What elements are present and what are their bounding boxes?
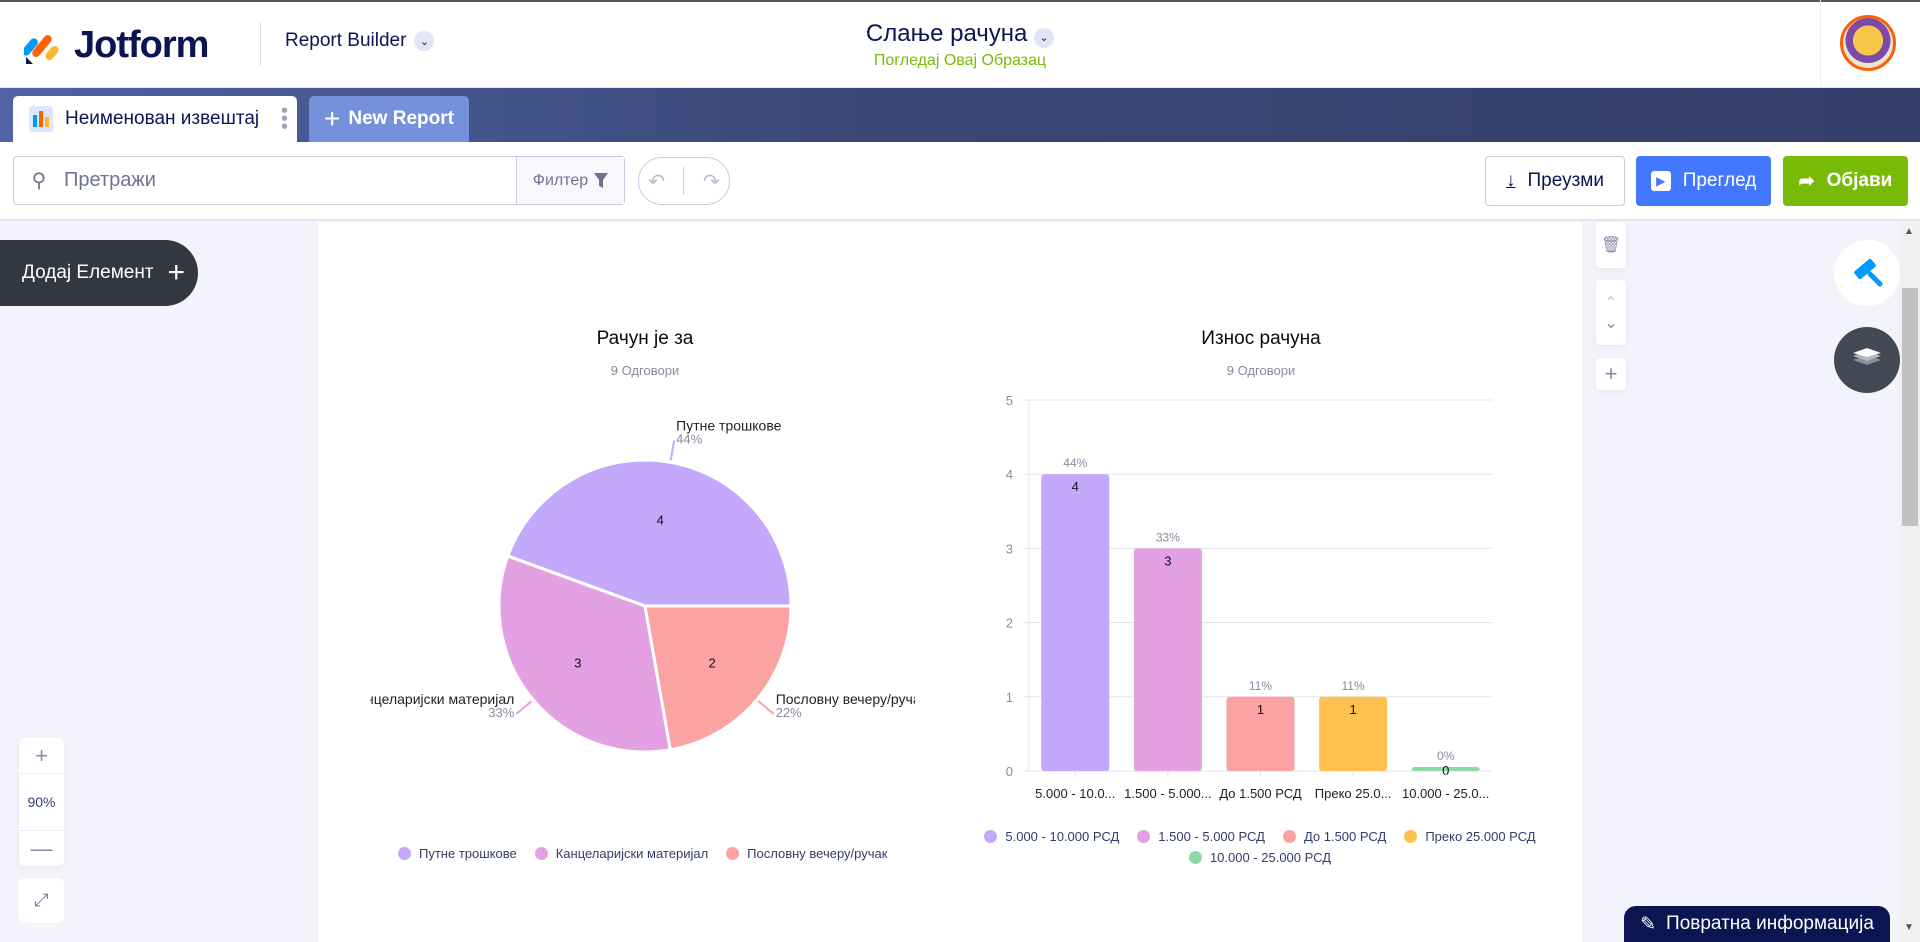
share-arrow-icon: ➦ <box>1798 170 1815 192</box>
scroll-down-arrow[interactable]: ▼ <box>1904 922 1914 933</box>
feedback-label: Повратна информација <box>1666 913 1874 934</box>
preview-label: Преглед <box>1682 170 1757 191</box>
publish-label: Објави <box>1826 170 1893 191</box>
zoom-in-button[interactable]: + <box>19 738 64 773</box>
download-button[interactable]: ↓ Преузми <box>1485 156 1625 206</box>
legend-item[interactable]: 10.000 - 25.000 РСД <box>1188 850 1332 865</box>
legend-item[interactable]: Путне трошкове <box>398 846 517 861</box>
scrollbar-thumb[interactable] <box>1902 288 1918 526</box>
add-element-label: Додај Елемент <box>22 262 154 283</box>
legend-item[interactable]: 1.500 - 5.000 РСД <box>1137 829 1265 844</box>
view-form-link[interactable]: Погледај Овај Образац <box>0 52 1920 70</box>
legend-label: Путне трошкове <box>419 846 517 861</box>
zoom-controls: + 90% — <box>19 738 64 866</box>
tab-report[interactable]: Неименован извештај • • • <box>13 96 297 142</box>
report-chart-icon <box>29 106 53 132</box>
legend-label: Преко 25.000 РСД <box>1425 829 1536 844</box>
preview-button[interactable]: ▶ Преглед <box>1636 156 1771 206</box>
add-page-button[interactable]: + <box>1596 358 1626 390</box>
paint-roller-icon <box>1854 258 1883 287</box>
reorder-controls: ⌃ ⌄ <box>1596 280 1626 345</box>
legend-dot <box>1282 830 1296 843</box>
legend-label: 5.000 - 10.000 РСД <box>1005 829 1120 844</box>
legend-label: 1.500 - 5.000 РСД <box>1158 829 1265 844</box>
legend-dot <box>534 847 548 860</box>
legend-label: До 1.500 РСД <box>1303 829 1387 844</box>
tab-report-label: Неименован извештај <box>65 108 260 129</box>
layers-icon <box>1853 348 1881 365</box>
new-report-label: New Report <box>348 108 454 129</box>
scroll-up-arrow[interactable]: ▲ <box>1904 226 1914 237</box>
legend-dot <box>984 830 998 843</box>
plus-icon: + <box>167 256 186 289</box>
feedback-icon: ✎ <box>1640 913 1657 935</box>
legend-item[interactable]: До 1.500 РСД <box>1282 829 1387 844</box>
download-label: Преузми <box>1527 170 1604 191</box>
redo-icon[interactable]: ↷ <box>703 169 720 194</box>
layers-button[interactable] <box>1834 327 1900 393</box>
legend-label: 10.000 - 25.000 РСД <box>1209 850 1332 865</box>
legend-item[interactable]: Пословну вечеру/ручак <box>726 846 887 861</box>
search-icon: ⚲ <box>31 170 47 192</box>
filter-label: Филтер <box>532 171 589 189</box>
fullscreen-button[interactable]: ⤢ <box>19 878 64 923</box>
play-icon: ▶ <box>1650 171 1671 191</box>
chevron-down-icon: ⌄ <box>1034 27 1055 48</box>
pie-legend: Путне трошкове Канцеларијски материјал П… <box>398 846 887 861</box>
legend-dot <box>398 847 411 860</box>
search-box: ⚲ Претражи Филтер <box>13 156 625 205</box>
legend-label: Пословну вечеру/ручак <box>747 846 888 861</box>
avatar[interactable] <box>1840 15 1896 71</box>
publish-button[interactable]: ➦ Објави <box>1783 156 1908 206</box>
pie-chart-subtitle: 9 Одговори <box>610 363 680 378</box>
filter-button[interactable]: Филтер <box>516 157 624 204</box>
legend-dot <box>726 847 740 860</box>
download-icon: ↓ <box>1506 170 1516 191</box>
plus-icon: + <box>324 103 341 134</box>
filter-icon <box>594 172 609 188</box>
designer-button[interactable] <box>1834 240 1900 306</box>
legend-label: Канцеларијски материјал <box>555 846 709 861</box>
legend-item[interactable]: Канцеларијски материјал <box>534 846 709 861</box>
legend-dot <box>1404 830 1418 843</box>
plus-icon: + <box>1604 361 1618 386</box>
delete-button[interactable]: 🗑 <box>1596 222 1626 268</box>
bar-legend: 5.000 - 10.000 РСД 1.500 - 5.000 РСД До … <box>980 829 1540 865</box>
form-title[interactable]: Слање рачуна ⌄ <box>0 20 1920 48</box>
zoom-out-button[interactable]: — <box>19 831 64 866</box>
legend-dot <box>1137 830 1151 843</box>
move-down-icon[interactable]: ⌄ <box>1604 313 1617 333</box>
expand-icon: ⤢ <box>34 890 49 910</box>
more-options-icon[interactable]: • • • <box>281 101 288 137</box>
legend-item[interactable]: Преко 25.000 РСД <box>1404 829 1536 844</box>
bar-chart-title: Износ рачуна <box>1201 328 1321 349</box>
move-up-icon[interactable]: ⌃ <box>1604 293 1617 313</box>
legend-dot <box>1188 851 1202 864</box>
divider <box>683 167 685 195</box>
bar-chart-subtitle: 9 Одговори <box>1226 363 1296 378</box>
add-element-button[interactable]: Додај Елемент + <box>0 240 198 306</box>
zoom-level: 90% <box>19 773 64 831</box>
pie-chart-title: Рачун је за <box>596 328 694 349</box>
form-title-text: Слање рачуна <box>865 20 1028 47</box>
search-input[interactable]: Претражи <box>64 169 516 192</box>
new-report-button[interactable]: + New Report <box>309 96 469 142</box>
undo-icon[interactable]: ↶ <box>648 169 665 194</box>
undo-redo-group: ↶ ↷ <box>638 157 730 205</box>
feedback-button[interactable]: ✎ Повратна информација <box>1624 906 1890 942</box>
trash-icon: 🗑 <box>1600 237 1622 254</box>
view-form-link-text[interactable]: Погледај Овај Образац <box>874 52 1046 69</box>
legend-item[interactable]: 5.000 - 10.000 РСД <box>984 829 1119 844</box>
